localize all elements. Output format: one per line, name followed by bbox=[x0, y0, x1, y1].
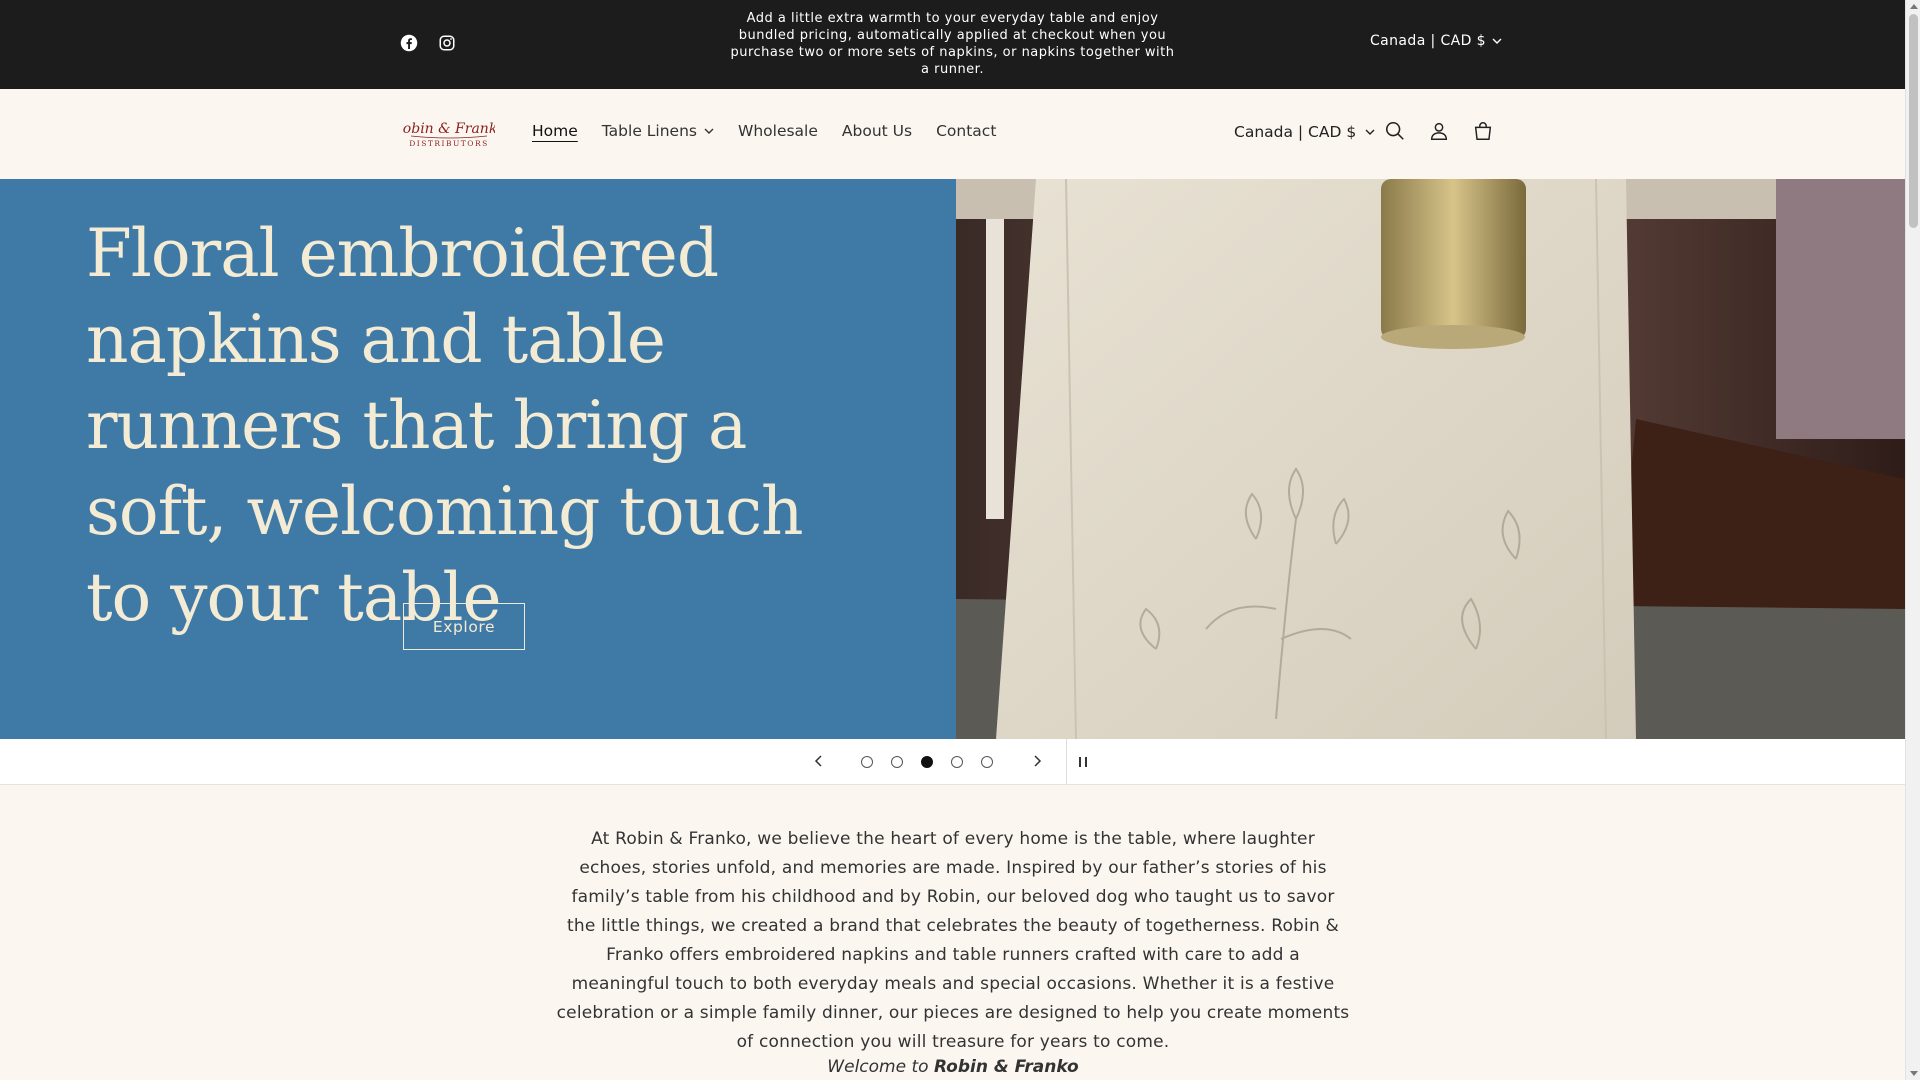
nav-table-linens-label: Table Linens bbox=[601, 122, 697, 140]
instagram-icon[interactable] bbox=[438, 34, 456, 52]
nav-about-us[interactable]: About Us bbox=[842, 122, 912, 140]
announcement-locale-selector[interactable]: Canada | CAD $ bbox=[1370, 33, 1502, 49]
social-links bbox=[400, 34, 456, 52]
main-nav: Home Table Linens Wholesale About Us Con… bbox=[532, 122, 996, 140]
chevron-down-icon bbox=[1365, 129, 1375, 135]
svg-text:Robin & Franko: Robin & Franko bbox=[403, 121, 495, 137]
hero-slideshow: Floral embroidered napkins and table run… bbox=[0, 179, 1905, 739]
slideshow-controls bbox=[0, 739, 1905, 785]
welcome-brand: Robin & Franko bbox=[933, 1057, 1079, 1077]
header-locale-label: Canada | CAD $ bbox=[1234, 123, 1357, 141]
welcome-line: Welcome to Robin & Franko bbox=[555, 1057, 1351, 1077]
hero-text-panel: Floral embroidered napkins and table run… bbox=[0, 179, 956, 739]
slide-dot[interactable] bbox=[891, 756, 903, 768]
slide-dot[interactable] bbox=[981, 756, 993, 768]
nav-table-linens[interactable]: Table Linens bbox=[602, 122, 714, 140]
hero-heading: Floral embroidered napkins and table run… bbox=[86, 215, 804, 636]
scroll-up-arrow[interactable] bbox=[1910, 4, 1918, 9]
slide-dots bbox=[861, 756, 993, 768]
nav-home-label: Home bbox=[532, 122, 578, 140]
chevron-down-icon bbox=[704, 128, 714, 134]
nav-wholesale[interactable]: Wholesale bbox=[738, 122, 818, 140]
locale-label: Canada | CAD $ bbox=[1370, 33, 1486, 49]
announcement-message: Add a little extra warmth to your everyd… bbox=[730, 11, 1175, 77]
slide-dot-active[interactable] bbox=[921, 756, 933, 768]
nav-home[interactable]: Home bbox=[532, 122, 578, 140]
header-locale-selector[interactable]: Canada | CAD $ bbox=[1234, 123, 1375, 141]
cart-icon[interactable] bbox=[1472, 120, 1494, 142]
nav-contact[interactable]: Contact bbox=[936, 122, 996, 140]
page-scrollbar[interactable] bbox=[1905, 0, 1920, 1080]
scrollbar-thumb[interactable] bbox=[1909, 14, 1918, 228]
explore-button[interactable]: Explore bbox=[403, 603, 525, 650]
chevron-left-icon[interactable] bbox=[811, 753, 827, 769]
svg-text:DISTRIBUTORS: DISTRIBUTORS bbox=[409, 139, 489, 148]
pause-icon[interactable] bbox=[1076, 755, 1090, 769]
header-icons bbox=[1384, 120, 1494, 142]
welcome-prefix: Welcome to bbox=[827, 1057, 929, 1077]
nav-contact-label: Contact bbox=[936, 122, 997, 140]
account-icon[interactable] bbox=[1428, 120, 1450, 142]
scroll-down-arrow[interactable] bbox=[1910, 1071, 1918, 1076]
brand-logo[interactable]: Robin & Franko DISTRIBUTORS bbox=[391, 118, 505, 150]
slide-dot[interactable] bbox=[861, 756, 873, 768]
chevron-down-icon bbox=[1492, 38, 1502, 44]
nav-wholesale-label: Wholesale bbox=[738, 122, 818, 140]
announcement-bar: Add a little extra warmth to your everyd… bbox=[0, 0, 1905, 89]
chevron-right-icon[interactable] bbox=[1029, 753, 1045, 769]
controls-divider bbox=[1066, 739, 1067, 785]
hero-image bbox=[956, 179, 1905, 739]
about-text: At Robin & Franko, we believe the heart … bbox=[556, 829, 1350, 1052]
nav-about-us-label: About Us bbox=[841, 122, 913, 140]
facebook-icon[interactable] bbox=[400, 34, 418, 52]
slide-dot[interactable] bbox=[951, 756, 963, 768]
search-icon[interactable] bbox=[1384, 120, 1406, 142]
site-header: Robin & Franko DISTRIBUTORS Home Table L… bbox=[0, 89, 1905, 179]
